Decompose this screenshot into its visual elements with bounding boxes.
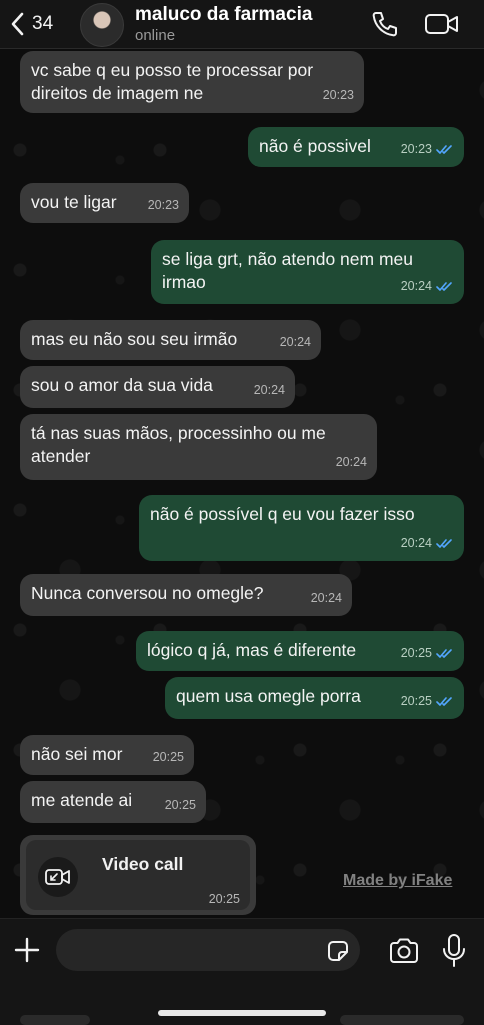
message-outgoing[interactable]: não é possível q eu vou fazer isso 20:24 (139, 495, 464, 561)
sticker-icon[interactable] (325, 938, 351, 964)
chevron-left-icon (11, 12, 24, 36)
home-indicator (158, 1010, 326, 1016)
message-text: sou o amor da sua vida (31, 375, 213, 395)
message-input[interactable] (56, 929, 360, 971)
message-incoming[interactable]: não sei mor 20:25 (20, 735, 194, 775)
double-check-icon (436, 697, 452, 706)
message-time: 20:23 (147, 198, 179, 212)
contact-name[interactable]: maluco da farmacia (135, 4, 312, 26)
message-time: 20:24 (401, 275, 454, 298)
watermark: Made by iFake (343, 872, 453, 889)
message-outgoing[interactable]: se liga grt, não atendo nem meu irmao 20… (151, 240, 464, 304)
message-incoming[interactable]: me atende ai 20:25 (20, 781, 206, 823)
video-call-time: 20:25 (208, 892, 240, 906)
message-text: vc sabe q eu posso te processar por dire… (31, 60, 314, 103)
message-outgoing[interactable]: quem usa omegle porra 20:25 (165, 677, 464, 719)
message-text: mas eu não sou seu irmão (31, 329, 238, 349)
message-text: não é possível q eu vou fazer isso (150, 504, 415, 524)
plus-icon[interactable] (12, 935, 42, 965)
camera-icon[interactable] (388, 937, 420, 965)
contact-status: online (135, 27, 176, 44)
message-time: 20:24 (253, 383, 285, 397)
message-incoming[interactable]: mas eu não sou seu irmão 20:24 (20, 320, 321, 360)
message-time: 20:23 (401, 138, 454, 161)
double-check-icon (436, 649, 452, 658)
input-bar (0, 918, 484, 1025)
message-time: 20:25 (401, 642, 454, 665)
message-time: 20:23 (322, 88, 354, 102)
message-incoming[interactable]: vc sabe q eu posso te processar por dire… (20, 51, 364, 113)
message-time: 20:25 (164, 798, 196, 812)
message-time: 20:24 (401, 532, 454, 555)
double-check-icon (436, 145, 452, 154)
message-incoming[interactable]: tá nas suas mãos, processinho ou me aten… (20, 414, 377, 480)
message-time: 20:25 (401, 690, 454, 713)
message-incoming[interactable]: sou o amor da sua vida 20:24 (20, 366, 295, 408)
microphone-icon[interactable] (441, 933, 467, 969)
message-outgoing[interactable]: lógico q já, mas é diferente 20:25 (136, 631, 464, 671)
video-call-label: Video call (102, 854, 184, 874)
double-check-icon (436, 282, 452, 291)
avatar[interactable] (80, 3, 124, 47)
message-time: 20:24 (310, 591, 342, 605)
message-outgoing[interactable]: não é possivel 20:23 (248, 127, 464, 167)
video-call-card[interactable]: Video call 20:25 (26, 840, 250, 910)
video-call-message[interactable]: Video call 20:25 (20, 835, 256, 915)
unread-count: 34 (32, 13, 54, 34)
message-text: tá nas suas mãos, processinho ou me aten… (31, 423, 326, 466)
video-call-icon (38, 857, 78, 897)
message-time: 20:24 (279, 335, 311, 349)
message-incoming[interactable]: Nunca conversou no omegle? 20:24 (20, 574, 352, 616)
back-button[interactable]: 34 (10, 8, 70, 40)
double-check-icon (436, 539, 452, 548)
message-time: 20:25 (152, 750, 184, 764)
video-camera-icon[interactable] (424, 12, 460, 36)
message-incoming[interactable]: vou te ligar 20:23 (20, 183, 189, 223)
chat-header: 34 maluco da farmacia online (0, 0, 484, 49)
message-text: Nunca conversou no omegle? (31, 583, 264, 603)
phone-icon[interactable] (370, 10, 400, 38)
message-time: 20:24 (335, 455, 367, 469)
